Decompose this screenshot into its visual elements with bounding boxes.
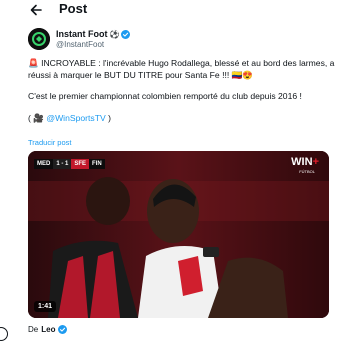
tweet-line-2: C'est le premier championnat colombien r…: [28, 91, 302, 101]
credit-prefix: ( 🎥: [28, 112, 47, 123]
reply-attribution[interactable]: De Leo: [28, 325, 68, 334]
author-name[interactable]: Instant Foot: [56, 29, 108, 39]
team-away: SFE: [71, 159, 90, 169]
verified-badge-icon: [121, 29, 131, 39]
brand-logo-icon: [28, 28, 50, 50]
reply-prefix: De: [28, 325, 39, 334]
circle-icon: [0, 327, 8, 341]
author-block: Instant Foot ⚽ @InstantFoot: [28, 28, 348, 54]
video-player[interactable]: MED 1 - 1 SFE FIN WIN+ FÚTBOL 1:41: [28, 151, 329, 318]
verified-badge-icon: [58, 325, 68, 334]
reply-name[interactable]: Leo: [41, 325, 55, 334]
author-name-row[interactable]: Instant Foot ⚽: [56, 29, 131, 39]
brand-plus: +: [312, 156, 319, 168]
team-home: MED: [34, 159, 54, 169]
author-handle[interactable]: @InstantFoot: [56, 40, 104, 49]
tweet-credit: ( 🎥 @WinSportsTV ): [28, 113, 340, 125]
tweet-line-1: 🚨 INCROYABLE : l'incrévable Hugo Rodalle…: [28, 58, 335, 80]
page-title: Post: [59, 1, 88, 16]
tweet-text: 🚨 INCROYABLE : l'incrévable Hugo Rodalle…: [28, 58, 340, 124]
credit-suffix: ): [105, 112, 111, 123]
brand-name: WIN: [291, 156, 313, 168]
back-arrow-icon[interactable]: [29, 3, 43, 17]
broadcaster-logo: WIN+: [291, 156, 319, 168]
soccer-ball-icon: ⚽: [109, 29, 120, 39]
mention-link[interactable]: @WinSportsTV: [46, 113, 105, 123]
match-clock: FIN: [89, 159, 105, 169]
broadcaster-sub: FÚTBOL: [299, 169, 315, 174]
video-frame: [28, 151, 329, 318]
score: 1 - 1: [53, 159, 72, 169]
top-bar: Post: [0, 0, 350, 20]
scoreboard: MED 1 - 1 SFE FIN: [34, 157, 105, 171]
avatar[interactable]: [28, 28, 50, 50]
video-duration: 1:41: [34, 301, 57, 312]
translate-link[interactable]: Traducir post: [28, 138, 72, 147]
